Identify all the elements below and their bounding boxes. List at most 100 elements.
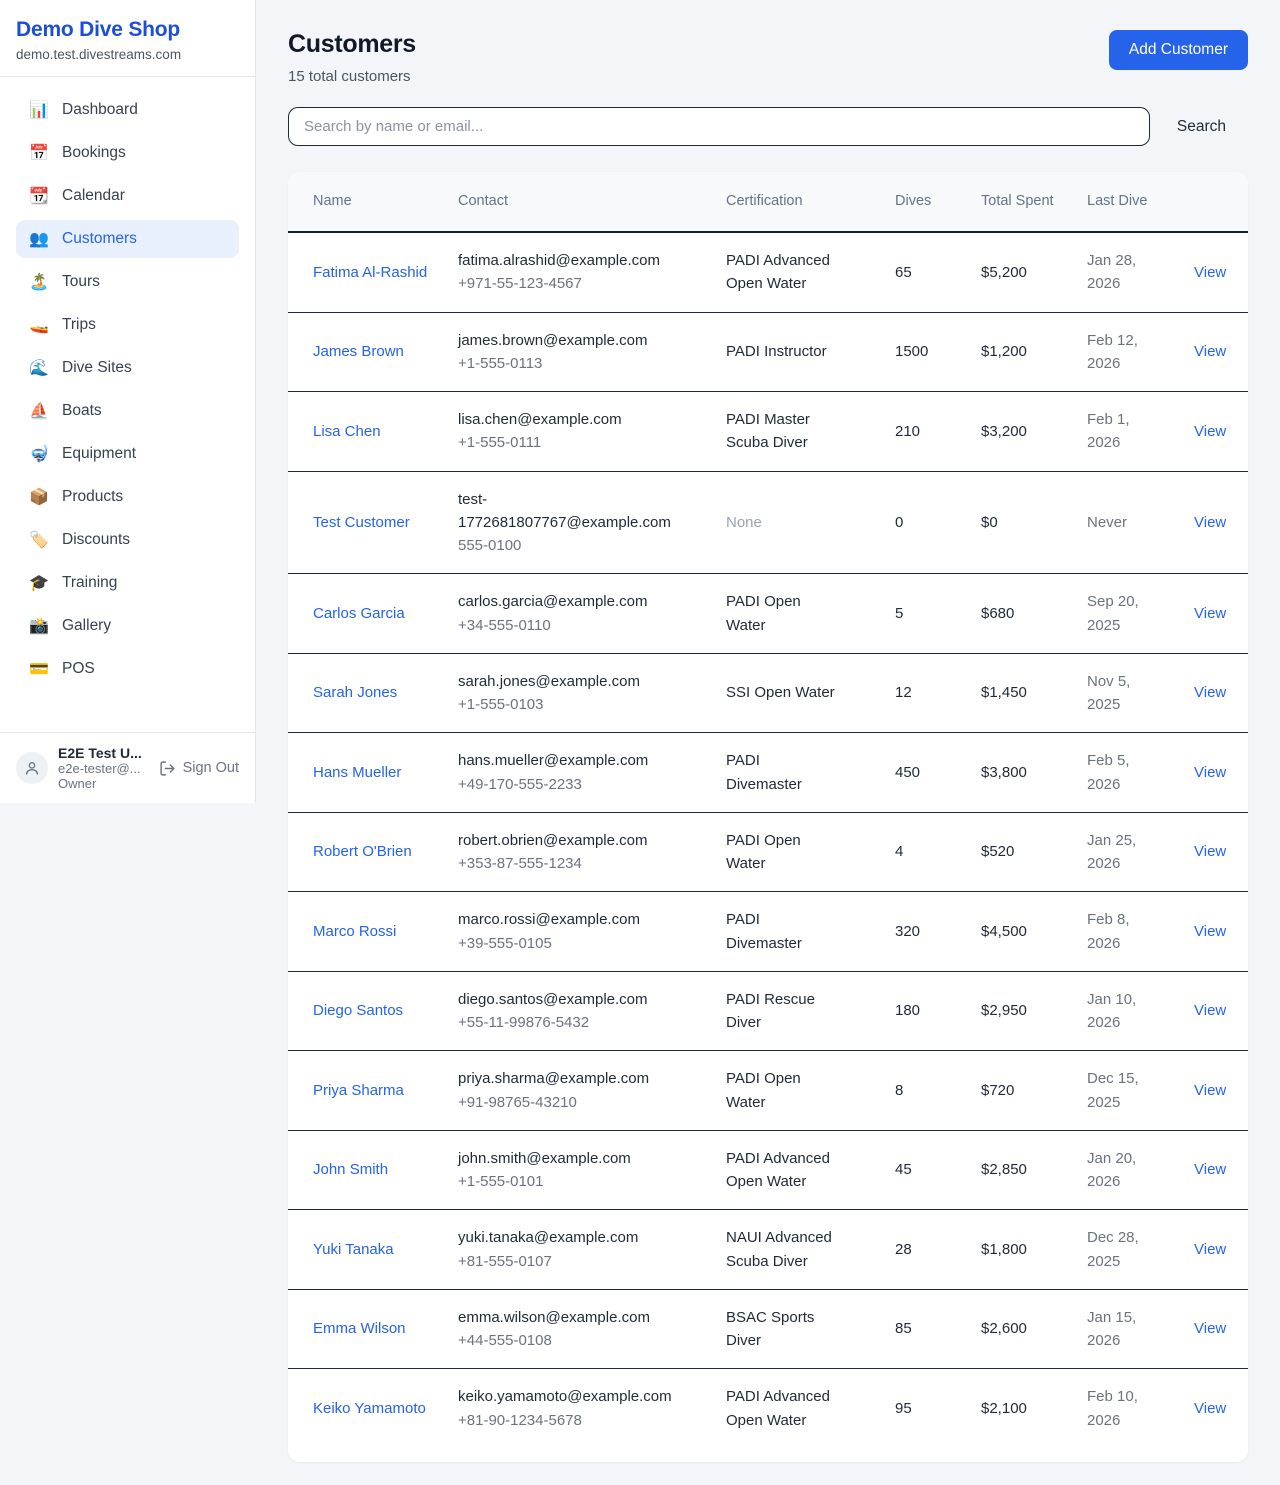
shop-title: Demo Dive Shop [16, 18, 239, 42]
customer-name-link[interactable]: John Smith [313, 1161, 388, 1178]
sidebar-item-trips[interactable]: 🚤 Trips [16, 306, 239, 344]
customer-certification: PADI Open Water [714, 812, 883, 892]
sign-out-label: Sign Out [183, 760, 239, 776]
sidebar-item-dive-sites[interactable]: 🌊 Dive Sites [16, 349, 239, 387]
view-customer-link[interactable]: View [1194, 764, 1226, 781]
customer-total-spent: $720 [969, 1051, 1075, 1131]
customer-phone: +39-555-0105 [458, 932, 680, 955]
customer-certification: PADI Divemaster [714, 892, 883, 972]
customer-email: sarah.jones@example.com [458, 670, 680, 693]
view-customer-link[interactable]: View [1194, 423, 1226, 440]
sidebar-item-training[interactable]: 🎓 Training [16, 564, 239, 602]
user-name: E2E Test U... [58, 745, 149, 761]
view-customer-link[interactable]: View [1194, 1320, 1226, 1337]
training-icon: 🎓 [29, 573, 49, 593]
customer-email: diego.santos@example.com [458, 988, 680, 1011]
sidebar-item-pos[interactable]: 💳 POS [16, 650, 239, 688]
customer-name-link[interactable]: Lisa Chen [313, 423, 381, 440]
view-customer-link[interactable]: View [1194, 264, 1226, 281]
customer-email: hans.mueller@example.com [458, 749, 680, 772]
customer-name-link[interactable]: Hans Mueller [313, 764, 401, 781]
sign-out-button[interactable]: Sign Out [159, 760, 239, 777]
customers-table-card: NameContactCertificationDivesTotal Spent… [288, 172, 1248, 1462]
sidebar-item-boats[interactable]: ⛵ Boats [16, 392, 239, 430]
customer-dives: 1500 [883, 312, 969, 392]
customer-dives: 4 [883, 812, 969, 892]
customer-phone: +1-555-0101 [458, 1170, 680, 1193]
column-header: Total Spent [969, 172, 1075, 232]
customer-certification: PADI Advanced Open Water [714, 1130, 883, 1210]
customer-certification: PADI Rescue Diver [714, 971, 883, 1051]
customer-dives: 65 [883, 232, 969, 312]
customer-name-link[interactable]: Yuki Tanaka [313, 1241, 394, 1258]
customer-name-link[interactable]: Marco Rossi [313, 923, 396, 940]
customer-last-dive: Feb 10, 2026 [1075, 1369, 1182, 1448]
view-customer-link[interactable]: View [1194, 923, 1226, 940]
customer-phone: +81-90-1234-5678 [458, 1409, 680, 1432]
customer-dives: 12 [883, 653, 969, 733]
table-row: Fatima Al-Rashid fatima.alrashid@example… [288, 232, 1248, 312]
view-customer-link[interactable]: View [1194, 843, 1226, 860]
customer-name-link[interactable]: Sarah Jones [313, 684, 397, 701]
view-customer-link[interactable]: View [1194, 605, 1226, 622]
sidebar-item-bookings[interactable]: 📅 Bookings [16, 134, 239, 172]
customer-certification: PADI Open Water [714, 574, 883, 654]
customer-name-link[interactable]: Emma Wilson [313, 1320, 406, 1337]
customer-name-link[interactable]: Diego Santos [313, 1002, 403, 1019]
user-panel: E2E Test U... e2e-tester@... Owner Sign … [0, 732, 255, 803]
add-customer-button[interactable]: Add Customer [1109, 30, 1248, 70]
view-customer-link[interactable]: View [1194, 1241, 1226, 1258]
customer-count: 15 total customers [288, 68, 416, 85]
view-customer-link[interactable]: View [1194, 514, 1226, 531]
customer-certification: PADI Open Water [714, 1051, 883, 1131]
bookings-icon: 📅 [29, 143, 49, 163]
pos-icon: 💳 [29, 659, 49, 679]
sidebar-item-dashboard[interactable]: 📊 Dashboard [16, 91, 239, 129]
customer-name-link[interactable]: Keiko Yamamoto [313, 1400, 426, 1417]
customer-certification: PADI Instructor [714, 312, 883, 392]
view-customer-link[interactable]: View [1194, 1400, 1226, 1417]
customer-certification: NAUI Advanced Scuba Diver [714, 1210, 883, 1290]
sidebar-item-discounts[interactable]: 🏷️ Discounts [16, 521, 239, 559]
column-header: Name [288, 172, 446, 232]
table-row: Sarah Jones sarah.jones@example.com +1-5… [288, 653, 1248, 733]
gallery-icon: 📸 [29, 616, 49, 636]
sidebar-item-customers[interactable]: 👥 Customers [16, 220, 239, 258]
sidebar-item-gallery[interactable]: 📸 Gallery [16, 607, 239, 645]
sidebar-item-calendar[interactable]: 📆 Calendar [16, 177, 239, 215]
search-input[interactable] [288, 107, 1150, 146]
view-customer-link[interactable]: View [1194, 684, 1226, 701]
customer-total-spent: $5,200 [969, 232, 1075, 312]
table-row: Carlos Garcia carlos.garcia@example.com … [288, 574, 1248, 654]
view-customer-link[interactable]: View [1194, 1002, 1226, 1019]
user-email: e2e-tester@... [58, 761, 149, 776]
sidebar-item-products[interactable]: 📦 Products [16, 478, 239, 516]
sidebar-item-tours[interactable]: 🏝️ Tours [16, 263, 239, 301]
view-customer-link[interactable]: View [1194, 343, 1226, 360]
customer-name-link[interactable]: Robert O'Brien [313, 843, 412, 860]
customer-name-link[interactable]: Priya Sharma [313, 1082, 404, 1099]
column-header: Certification [714, 172, 883, 232]
search-button[interactable]: Search [1177, 118, 1226, 136]
customer-total-spent: $1,800 [969, 1210, 1075, 1290]
view-customer-link[interactable]: View [1194, 1161, 1226, 1178]
customer-name-link[interactable]: Fatima Al-Rashid [313, 264, 427, 281]
customer-name-link[interactable]: James Brown [313, 343, 404, 360]
customer-certification: PADI Divemaster [714, 733, 883, 813]
table-row: John Smith john.smith@example.com +1-555… [288, 1130, 1248, 1210]
sign-out-icon [159, 760, 176, 777]
column-header: Last Dive [1075, 172, 1182, 232]
customer-dives: 8 [883, 1051, 969, 1131]
view-customer-link[interactable]: View [1194, 1082, 1226, 1099]
sidebar: Demo Dive Shop demo.test.divestreams.com… [0, 0, 256, 803]
table-row: Marco Rossi marco.rossi@example.com +39-… [288, 892, 1248, 972]
customer-name-link[interactable]: Carlos Garcia [313, 605, 405, 622]
avatar [16, 752, 48, 784]
customer-last-dive: Feb 5, 2026 [1075, 733, 1182, 813]
user-role: Owner [58, 776, 149, 791]
table-row: Diego Santos diego.santos@example.com +5… [288, 971, 1248, 1051]
discounts-icon: 🏷️ [29, 530, 49, 550]
sidebar-item-equipment[interactable]: 🤿 Equipment [16, 435, 239, 473]
customer-name-link[interactable]: Test Customer [313, 514, 410, 531]
customer-total-spent: $520 [969, 812, 1075, 892]
